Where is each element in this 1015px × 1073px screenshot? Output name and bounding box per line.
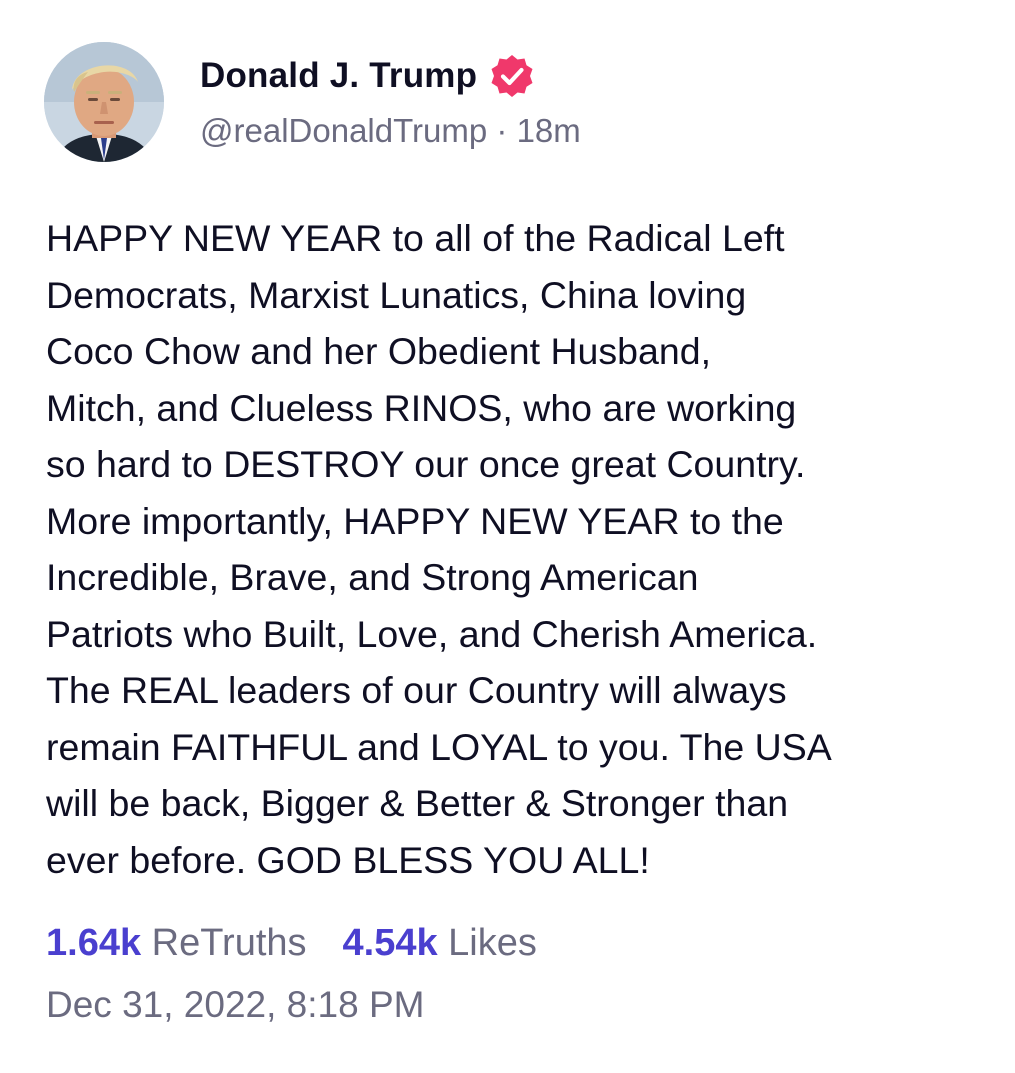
retruths-label: ReTruths — [151, 922, 307, 964]
post-body-text: HAPPY NEW YEAR to all of the Radical Lef… — [46, 217, 832, 881]
handle-row: @realDonaldTrump · 18m — [200, 112, 581, 150]
retruths-count: 1.64k — [46, 922, 142, 964]
likes-stat[interactable]: 4.54k Likes — [343, 922, 537, 965]
verified-badge-icon — [489, 53, 535, 99]
retruths-stat[interactable]: 1.64k ReTruths — [46, 922, 307, 965]
avatar-image — [44, 42, 164, 162]
author-name-row[interactable]: Donald J. Trump — [200, 52, 535, 100]
display-name[interactable]: Donald J. Trump — [200, 56, 477, 96]
engagement-stats: 1.64k ReTruths 4.54k Likes — [46, 922, 537, 965]
post-card: Donald J. Trump @realDonaldTrump · 18m H… — [0, 0, 1015, 1073]
separator-dot: · — [487, 112, 517, 149]
likes-label: Likes — [448, 922, 537, 964]
avatar[interactable] — [44, 42, 164, 162]
relative-time[interactable]: 18m — [517, 112, 581, 149]
post-timestamp[interactable]: Dec 31, 2022, 8:18 PM — [46, 984, 424, 1026]
handle[interactable]: @realDonaldTrump — [200, 112, 487, 149]
likes-count: 4.54k — [342, 922, 438, 964]
